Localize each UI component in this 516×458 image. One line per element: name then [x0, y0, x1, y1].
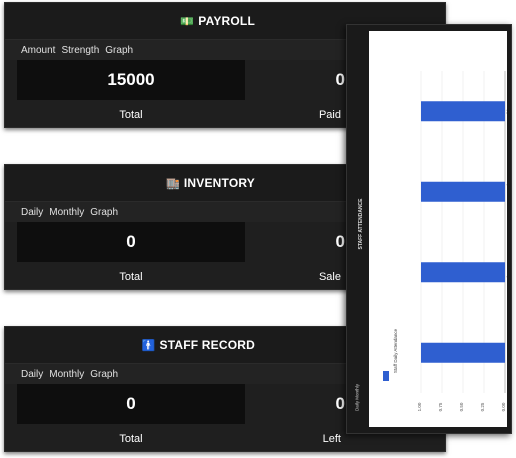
- tab-daily[interactable]: Daily: [21, 207, 43, 218]
- tab-amount[interactable]: Amount: [21, 45, 55, 56]
- staff-total-label: Total: [119, 433, 143, 445]
- tab-monthly[interactable]: Monthly: [49, 207, 84, 218]
- payroll-total-value: 15000: [17, 60, 245, 100]
- staff-left-label: Left: [322, 433, 341, 445]
- bar-leaved: [421, 181, 505, 202]
- staff-total-value: 0: [17, 384, 245, 424]
- category-label: Leaved: [506, 184, 507, 199]
- bar-presents: [421, 342, 505, 363]
- tab-graph[interactable]: Graph: [90, 369, 118, 380]
- inventory-total-value: 0: [17, 222, 245, 262]
- tick-label: 0.50: [459, 402, 464, 411]
- staff-attendance-tabs[interactable]: Daily Monthly: [355, 348, 360, 448]
- tick-label: 1.00: [417, 402, 422, 411]
- tab-strength[interactable]: Strength: [61, 45, 99, 56]
- staff-attendance-title: STAFF ATTENDANCE: [358, 198, 364, 250]
- inventory-title: INVENTORY: [183, 176, 255, 190]
- person-icon: 🚹: [141, 339, 156, 352]
- tick-label: 0.75: [438, 402, 443, 411]
- legend-label: Staff Daily Attendance: [393, 328, 398, 373]
- payroll-total-label: Total: [119, 109, 143, 121]
- bar-absents: [421, 262, 505, 283]
- category-label: Absents: [506, 263, 507, 280]
- money-icon: 💵: [180, 15, 195, 28]
- payroll-title: PAYROLL: [198, 14, 255, 28]
- tick-label: 0.00: [501, 402, 506, 411]
- category-label: Presents: [506, 343, 507, 362]
- bar-holidays: [421, 101, 505, 122]
- warehouse-icon: 🏬: [165, 177, 180, 190]
- tab-graph[interactable]: Graph: [105, 45, 133, 56]
- category-label: Holidays: [506, 102, 507, 120]
- tab-monthly[interactable]: Monthly: [49, 369, 84, 380]
- tab-graph[interactable]: Graph: [90, 207, 118, 218]
- attendance-chart: 1.00 0.75 0.50 0.25 0.00 Holidays Leaved Absent…: [369, 31, 507, 427]
- staff-attendance-header: STAFF ATTENDANCE Daily Monthly: [349, 25, 367, 433]
- staff-record-title: STAFF RECORD: [159, 338, 255, 352]
- tab-daily[interactable]: Daily: [21, 369, 43, 380]
- inventory-total-label: Total: [119, 271, 143, 283]
- staff-attendance-panel: STAFF ATTENDANCE Daily Monthly 1.00 0.75 0…: [346, 24, 512, 434]
- legend-swatch: [383, 371, 389, 381]
- tick-label: 0.25: [480, 402, 485, 411]
- attendance-chart-svg: 1.00 0.75 0.50 0.25 0.00 Holidays Leaved Absent…: [383, 71, 507, 411]
